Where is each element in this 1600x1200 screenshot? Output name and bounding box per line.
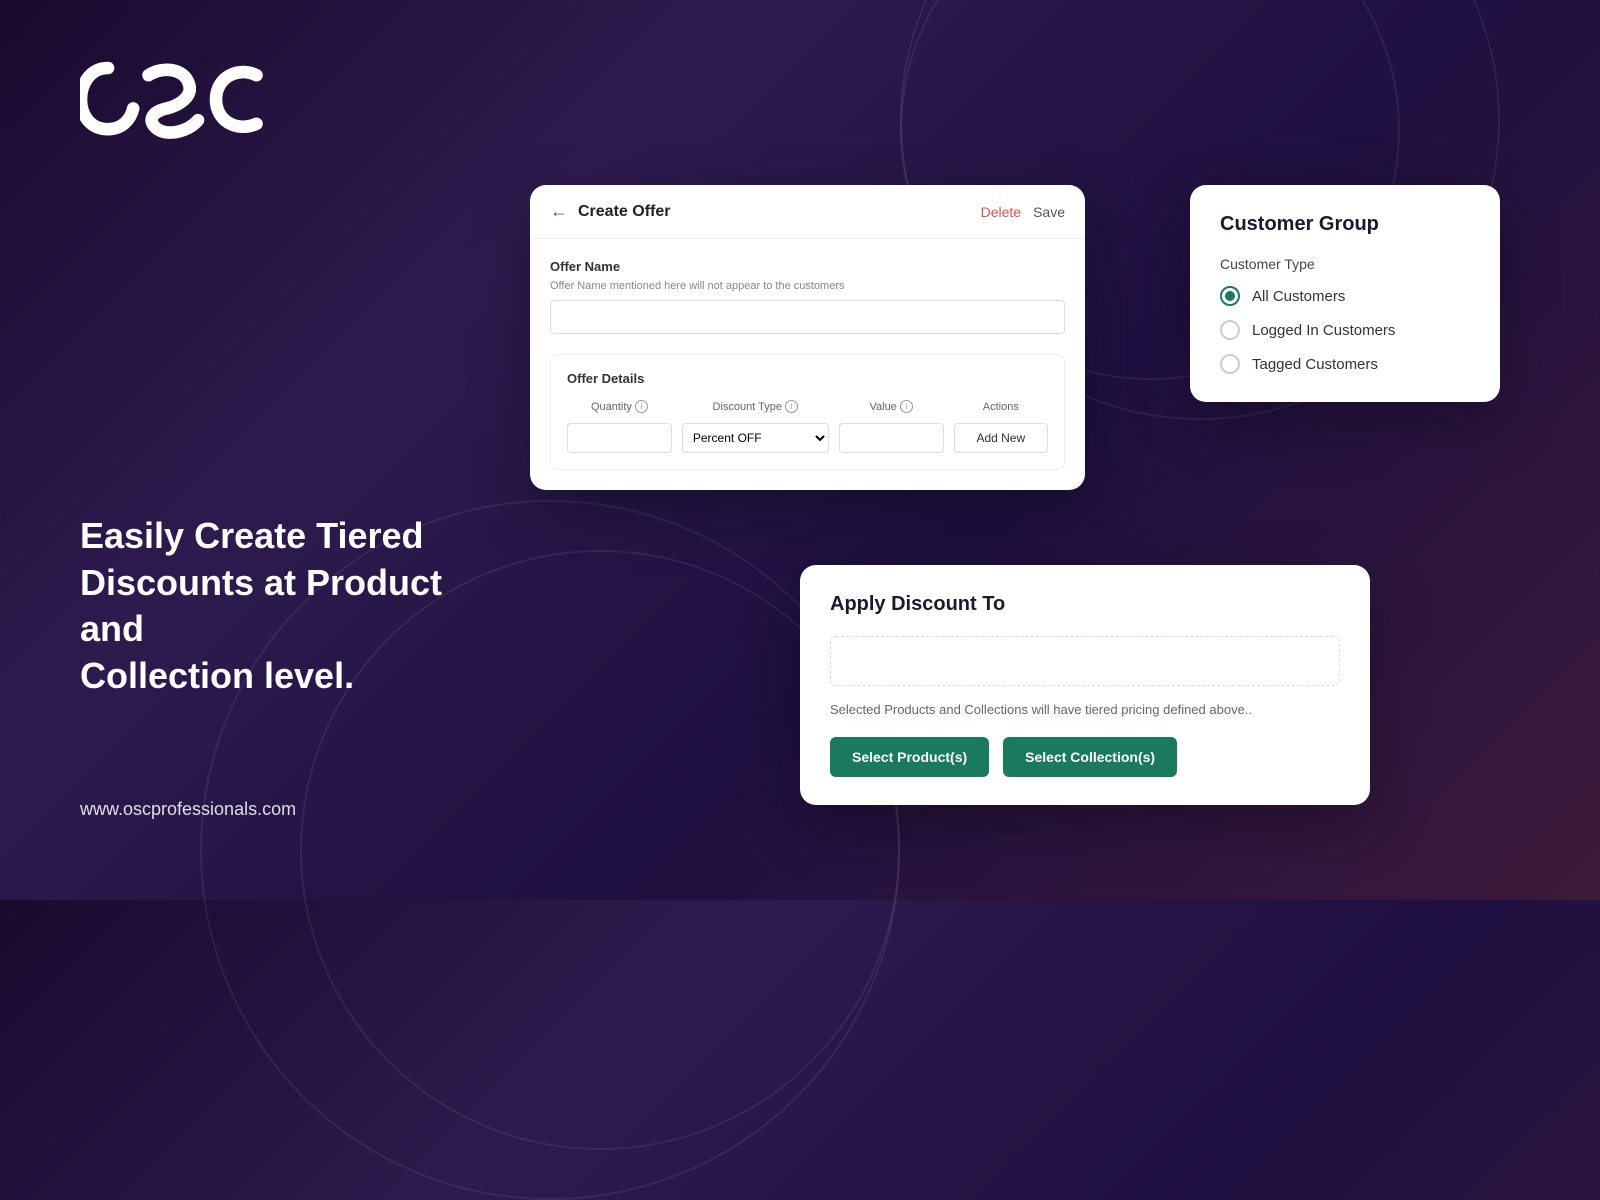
logo-svg (80, 50, 280, 140)
tagline: Easily Create Tiered Discounts at Produc… (80, 513, 500, 700)
apply-buttons: Select Product(s) Select Collection(s) (830, 737, 1340, 777)
radio-tagged-label: Tagged Customers (1252, 356, 1378, 373)
radio-tagged-customers[interactable]: Tagged Customers (1220, 354, 1470, 374)
customer-group-card: Customer Group Customer Type All Custome… (1190, 185, 1500, 402)
offer-name-hint: Offer Name mentioned here will not appea… (550, 280, 1065, 292)
card-header-left: ← Create Offer (550, 201, 670, 222)
offer-details-section: Offer Details Quantity i Discount Type i… (550, 354, 1065, 470)
radio-logged-in-label: Logged In Customers (1252, 322, 1395, 339)
customer-type-label: Customer Type (1220, 256, 1470, 272)
create-offer-title: Create Offer (578, 203, 670, 221)
offer-details-label: Offer Details (567, 371, 1048, 386)
save-button[interactable]: Save (1033, 204, 1065, 220)
apply-discount-title: Apply Discount To (830, 593, 1340, 616)
logo (80, 50, 280, 145)
back-arrow-icon[interactable]: ← (550, 201, 568, 222)
customer-type-radio-group: All Customers Logged In Customers Tagged… (1220, 286, 1470, 374)
offer-name-input[interactable] (550, 300, 1065, 334)
select-products-button[interactable]: Select Product(s) (830, 737, 989, 777)
radio-tagged-circle (1220, 354, 1240, 374)
selected-products-area (830, 636, 1340, 686)
radio-all-customers[interactable]: All Customers (1220, 286, 1470, 306)
quantity-input[interactable] (567, 423, 672, 453)
card-header-actions: Delete Save (981, 204, 1065, 220)
customer-group-title: Customer Group (1220, 213, 1470, 236)
delete-button[interactable]: Delete (981, 204, 1021, 220)
table-header: Quantity i Discount Type i Value i Actio… (567, 400, 1048, 413)
col-quantity: Quantity i (567, 400, 672, 413)
radio-all-customers-label: All Customers (1252, 288, 1345, 305)
website-url: www.oscprofessionals.com (80, 799, 296, 820)
card-body: Offer Name Offer Name mentioned here wil… (530, 239, 1085, 490)
value-input[interactable] (839, 423, 944, 453)
select-collections-button[interactable]: Select Collection(s) (1003, 737, 1177, 777)
add-new-button[interactable]: Add New (954, 423, 1048, 453)
card-header: ← Create Offer Delete Save (530, 185, 1085, 239)
quantity-info-icon[interactable]: i (635, 400, 648, 413)
table-row: Percent OFF Fixed Amount Add New (567, 423, 1048, 453)
apply-hint: Selected Products and Collections will h… (830, 702, 1340, 717)
discount-type-select[interactable]: Percent OFF Fixed Amount (682, 423, 829, 453)
value-info-icon[interactable]: i (900, 400, 913, 413)
radio-logged-in-circle (1220, 320, 1240, 340)
offer-name-label: Offer Name (550, 259, 1065, 274)
discount-type-info-icon[interactable]: i (785, 400, 798, 413)
create-offer-card: ← Create Offer Delete Save Offer Name Of… (530, 185, 1085, 490)
radio-logged-in-customers[interactable]: Logged In Customers (1220, 320, 1470, 340)
col-actions: Actions (954, 400, 1048, 413)
radio-all-customers-circle (1220, 286, 1240, 306)
apply-discount-card: Apply Discount To Selected Products and … (800, 565, 1370, 805)
col-discount-type: Discount Type i (682, 400, 829, 413)
col-value: Value i (839, 400, 944, 413)
